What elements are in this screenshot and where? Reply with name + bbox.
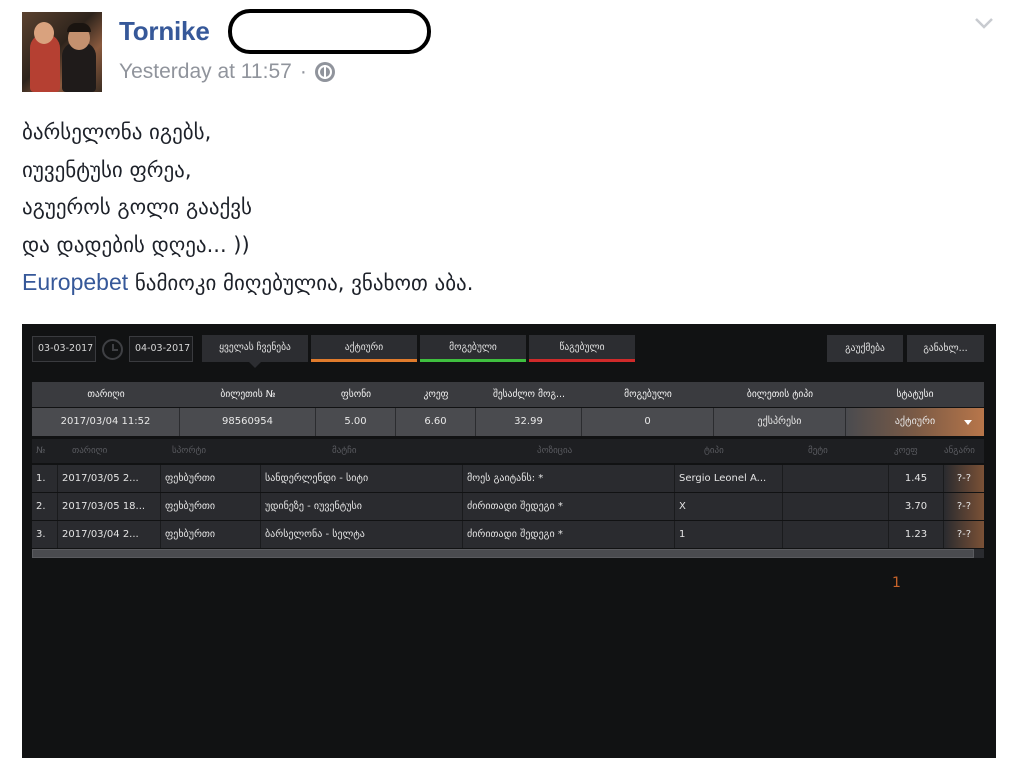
ticket-col-coef: კოეფ xyxy=(423,389,449,400)
bet-match: უდინეზე - იუვენტუსი xyxy=(261,493,463,520)
bet-result: ?-? xyxy=(944,465,984,492)
bet-extra xyxy=(783,493,889,520)
status-value: აქტიური xyxy=(894,416,936,427)
bet-position: ძირითადი შედეგი * xyxy=(463,493,675,520)
post-line: ბარსელონა იგებს, xyxy=(22,120,212,144)
bet-num: 1. xyxy=(32,465,58,492)
ticket-col-possible: შესაძლო მოგ... xyxy=(492,389,566,400)
bet-result: ?-? xyxy=(944,493,984,520)
bets-col-position: პოზიცია xyxy=(537,446,573,456)
bet-result: ?-? xyxy=(944,521,984,548)
ticket-stake: 5.00 xyxy=(316,408,396,436)
post-timestamp[interactable]: Yesterday at 11:57 xyxy=(119,60,292,84)
post-meta: Yesterday at 11:57 · xyxy=(119,60,335,84)
bet-type: 1 xyxy=(675,521,783,548)
bet-date: 2017/03/04 2... xyxy=(58,521,161,548)
filter-label: ყველას ჩვენება xyxy=(219,342,291,353)
scrollbar-track-end xyxy=(974,549,984,558)
bet-match: სანდერლენდი - სიტი xyxy=(261,465,463,492)
ticket-coef: 6.60 xyxy=(396,408,476,436)
bet-num: 2. xyxy=(32,493,58,520)
bet-position: მოეს გაიტანს: * xyxy=(463,465,675,492)
bet-type: Sergio Leonel A... xyxy=(675,465,783,492)
ticket-col-won: მოგებული xyxy=(624,389,672,400)
bet-coef: 1.23 xyxy=(889,521,944,548)
post-body: ბარსელონა იგებს, იუვენტუსი ფრეა, აგუეროს… xyxy=(22,114,473,303)
bet-match: ბარსელონა - სელტა xyxy=(261,521,463,548)
ticket-col-number: ბილეთის № xyxy=(220,389,276,400)
filter-label: წაგებული xyxy=(559,342,605,353)
globe-icon[interactable] xyxy=(314,62,335,82)
bet-coef: 1.45 xyxy=(889,465,944,492)
ticket-col-stake: ფსონი xyxy=(340,389,372,400)
ticket-number: 98560954 xyxy=(180,408,316,436)
refresh-button[interactable]: განახლ... xyxy=(907,335,984,362)
avatar-head-left xyxy=(34,22,54,44)
horizontal-scrollbar[interactable] xyxy=(32,549,974,558)
ticket-col-status: სტატუსი xyxy=(896,389,934,400)
post-line: და დადების დღეა... )) xyxy=(22,232,250,257)
author-name[interactable]: Tornike xyxy=(119,16,210,47)
redacted-surname xyxy=(228,9,431,54)
bets-col-coef: კოეფ xyxy=(894,446,918,456)
ticket-type: ექსპრესი xyxy=(714,408,846,436)
bets-col-date: თარიღი xyxy=(72,446,108,456)
bet-sport: ფეხბურთი xyxy=(161,465,261,492)
bet-position: ძირითადი შედეგი * xyxy=(463,521,675,548)
chevron-down-icon[interactable] xyxy=(972,12,996,34)
clock-icon xyxy=(102,339,123,360)
bet-history-screenshot: 03-03-2017 04-03-2017 ყველას ჩვენება აქტ… xyxy=(22,324,996,758)
bet-row[interactable]: 1. 2017/03/05 2... ფეხბურთი სანდერლენდი … xyxy=(32,465,984,492)
bet-sport: ფეხბურთი xyxy=(161,493,261,520)
filter-won-bar xyxy=(420,359,526,362)
ticket-header-row: თარიღი ბილეთის № ფსონი კოეფ შესაძლო მოგ.… xyxy=(32,382,984,407)
meta-separator: · xyxy=(299,60,307,83)
post-line-rest: ნამიოკი მიღებულია, ვნახოთ აბა. xyxy=(128,271,474,295)
ticket-col-type: ბილეთის ტიპი xyxy=(746,389,814,400)
bets-col-extra: მეტი xyxy=(808,446,828,456)
bet-coef: 3.70 xyxy=(889,493,944,520)
bet-num: 3. xyxy=(32,521,58,548)
filter-active-bar xyxy=(311,359,417,362)
bet-date: 2017/03/05 2... xyxy=(58,465,161,492)
bets-col-sport: სპორტი xyxy=(172,446,207,456)
post-line: იუვენტუსი ფრეა, xyxy=(22,157,192,182)
bets-header-row: № თარიღი სპორტი მატჩი პოზიცია ტიპი მეტი … xyxy=(32,439,984,463)
pagination-page-1[interactable]: 1 xyxy=(892,575,901,591)
cancel-button[interactable]: გაუქმება xyxy=(827,335,903,362)
avatar[interactable] xyxy=(22,12,102,92)
bet-type: X xyxy=(675,493,783,520)
bets-col-result: ანგარი xyxy=(944,446,975,456)
bet-row[interactable]: 3. 2017/03/04 2... ფეხბურთი ბარსელონა - … xyxy=(32,521,984,548)
filter-lost-button[interactable]: წაგებული xyxy=(529,335,635,362)
bets-col-num: № xyxy=(36,446,46,456)
bets-col-match: მატჩი xyxy=(332,446,357,456)
filter-active-button[interactable]: აქტიური xyxy=(311,335,417,362)
bet-extra xyxy=(783,465,889,492)
ticket-date: 2017/03/04 11:52 xyxy=(32,408,180,436)
bet-sport: ფეხბურთი xyxy=(161,521,261,548)
filter-label: მოგებული xyxy=(449,342,497,353)
filter-label: აქტიური xyxy=(344,342,384,353)
ticket-col-date: თარიღი xyxy=(87,389,125,400)
bets-col-type: ტიპი xyxy=(704,446,724,456)
bet-extra xyxy=(783,521,889,548)
post-line: აგუეროს გოლი გააქვს xyxy=(22,195,253,219)
post-line-last: Europebet ნამიოკი მიღებულია, ვნახოთ აბა. xyxy=(22,264,473,303)
date-from-input[interactable]: 03-03-2017 xyxy=(32,336,96,362)
filter-all-button[interactable]: ყველას ჩვენება xyxy=(202,335,308,368)
bet-date: 2017/03/05 18... xyxy=(58,493,161,520)
status-select[interactable]: აქტიური xyxy=(846,408,984,436)
filter-lost-bar xyxy=(529,359,635,362)
date-to-input[interactable]: 04-03-2017 xyxy=(129,336,193,362)
filter-won-button[interactable]: მოგებული xyxy=(420,335,526,362)
avatar-hair xyxy=(67,23,91,32)
ticket-possible-win: 32.99 xyxy=(476,408,582,436)
bet-row[interactable]: 2. 2017/03/05 18... ფეხბურთი უდინეზე - ი… xyxy=(32,493,984,520)
europebet-link[interactable]: Europebet xyxy=(22,269,128,295)
ticket-row[interactable]: 2017/03/04 11:52 98560954 5.00 6.60 32.9… xyxy=(32,408,984,436)
caret-down-icon xyxy=(964,420,972,425)
ticket-won: 0 xyxy=(582,408,714,436)
